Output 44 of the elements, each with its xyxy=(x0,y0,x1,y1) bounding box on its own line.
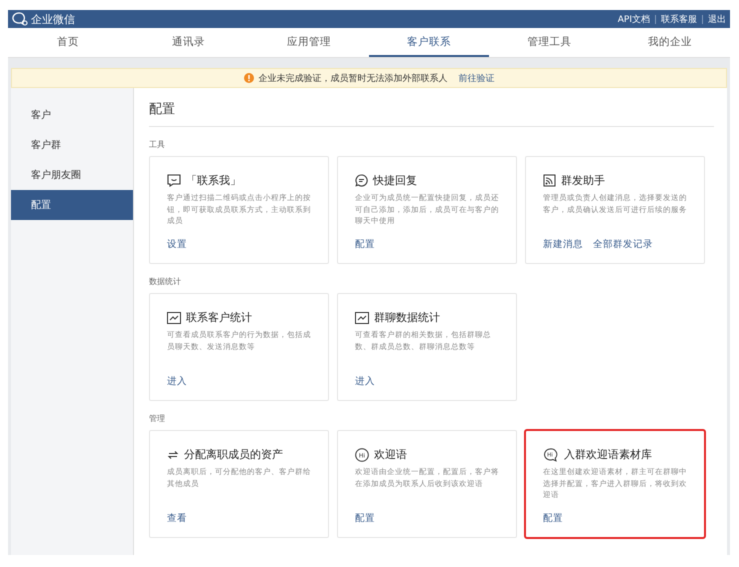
card-link[interactable]: 设置 xyxy=(167,238,187,251)
card-title: 分配离职成员的资产 xyxy=(184,447,283,462)
card-title: 入群欢迎语素材库 xyxy=(564,447,652,462)
sidebar-item[interactable]: 配置 xyxy=(11,190,133,220)
chart-icon xyxy=(355,312,369,324)
card-title: 群聊数据统计 xyxy=(374,310,440,325)
card-link[interactable]: 配置 xyxy=(355,238,375,251)
sidebar-item[interactable]: 客户 xyxy=(11,100,133,130)
card-title: 欢迎语 xyxy=(374,447,407,462)
card-title: 「联系我」 xyxy=(186,173,241,188)
top-bar-link[interactable]: 退出 xyxy=(708,12,726,26)
section-title: 工具 xyxy=(149,139,166,150)
chat-icon xyxy=(167,174,181,187)
nav-tab[interactable]: 首页 xyxy=(8,28,128,57)
card-link[interactable]: 进入 xyxy=(355,375,375,388)
card-link[interactable]: 配置 xyxy=(355,512,375,525)
section-title: 数据统计 xyxy=(149,276,182,287)
sidebar-item[interactable]: 客户朋友圈 xyxy=(11,160,133,190)
broadcast-icon xyxy=(543,174,556,187)
nav-tab[interactable]: 管理工具 xyxy=(489,28,610,57)
section-title: 管理 xyxy=(149,413,166,424)
card-link[interactable]: 进入 xyxy=(167,375,187,388)
card-link[interactable]: 配置 xyxy=(543,512,563,525)
nav-tab[interactable]: 通讯录 xyxy=(128,28,249,57)
nav-tab[interactable]: 应用管理 xyxy=(248,28,369,57)
notice-text: 企业未完成验证，成员暂时无法添加外部联系人 xyxy=(258,72,448,84)
warning-icon xyxy=(244,73,254,83)
logo-text: 企业微信 xyxy=(31,12,75,26)
sidebar-item[interactable]: 客户群 xyxy=(11,130,133,160)
card-title: 群发助手 xyxy=(561,173,605,188)
chat-icon xyxy=(355,174,368,187)
top-bar-link[interactable]: 联系客服 xyxy=(661,12,697,26)
nav-tab[interactable]: 我的企业 xyxy=(610,28,730,57)
card-title: 联系客户统计 xyxy=(186,310,252,325)
chart-icon xyxy=(167,312,181,324)
card-link[interactable]: 查看 xyxy=(167,512,187,525)
top-bar-link[interactable]: API文档 xyxy=(618,12,650,26)
chat-bubbles-icon xyxy=(12,12,28,26)
card-link[interactable]: 新建消息 xyxy=(543,238,583,251)
swap-icon xyxy=(167,450,179,460)
card-link[interactable]: 全部群发记录 xyxy=(593,238,653,251)
page-title: 配置 xyxy=(149,88,714,127)
verify-link[interactable]: 前往验证 xyxy=(458,72,494,84)
card-title: 快捷回复 xyxy=(373,173,417,188)
